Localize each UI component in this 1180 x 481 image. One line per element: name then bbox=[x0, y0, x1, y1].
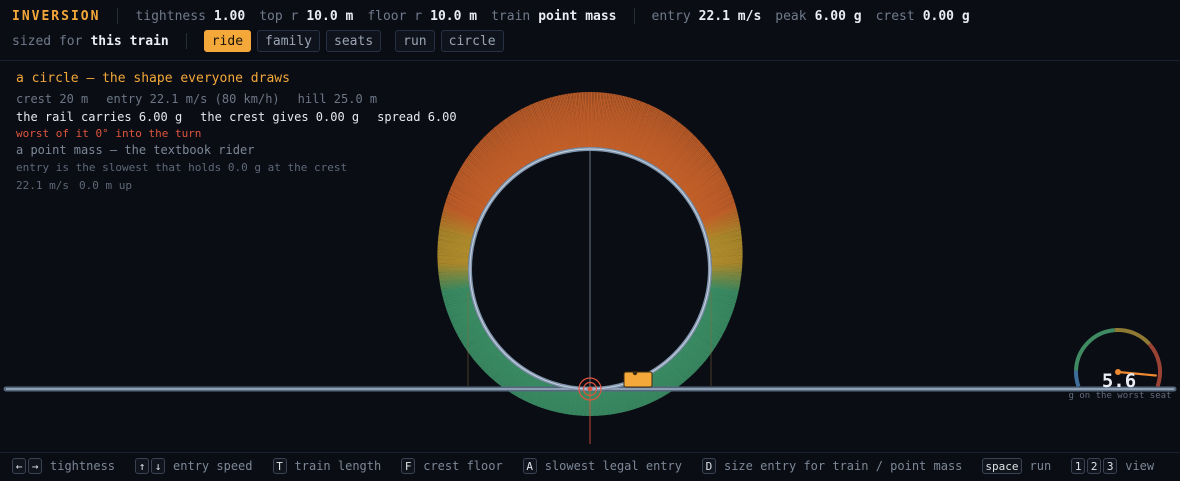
halo-segment bbox=[712, 271, 742, 272]
key-d: D bbox=[702, 458, 716, 474]
g-gauge-caption: g on the worst seat bbox=[1062, 391, 1178, 401]
help-entry-speed: entry speed bbox=[173, 459, 252, 473]
key-down: ↓ bbox=[151, 458, 165, 474]
shape-title: a circle — the shape everyone draws bbox=[16, 70, 457, 90]
crest-height: crest 20 m bbox=[16, 92, 88, 106]
key-f: F bbox=[401, 458, 415, 474]
help-tightness: tightness bbox=[50, 459, 115, 473]
key-2: 2 bbox=[1087, 458, 1101, 474]
halo-segment bbox=[438, 265, 468, 266]
live-readout: 22.1 m/s 0.0 m up bbox=[16, 177, 457, 195]
rail-g: the rail carries 6.00 g bbox=[16, 110, 182, 124]
key-a: A bbox=[523, 458, 537, 474]
entry-speed: entry 22.1 m/s (80 km/h) bbox=[106, 92, 279, 106]
g-gauge-value: 5.6 bbox=[1062, 370, 1176, 392]
worst-point: worst of it 0° into the turn bbox=[16, 126, 457, 141]
live-speed: 22.1 m/s bbox=[16, 179, 69, 192]
halo-segment bbox=[712, 266, 742, 267]
g-gauge: 5.6 g on the worst seat bbox=[1062, 318, 1178, 408]
loop-info-panel: a circle — the shape everyone draws cres… bbox=[16, 70, 457, 195]
key-left: ← bbox=[12, 458, 26, 474]
halo-segment bbox=[438, 266, 468, 267]
help-run: run bbox=[1030, 459, 1052, 473]
entry-note: entry is the slowest that holds 0.0 g at… bbox=[16, 159, 457, 177]
geometry-line: crest 20 m entry 22.1 m/s (80 km/h) hill 2… bbox=[16, 90, 457, 108]
halo-segment bbox=[712, 272, 742, 273]
key-space: space bbox=[982, 458, 1021, 474]
key-3: 3 bbox=[1103, 458, 1117, 474]
help-slowest-entry: slowest legal entry bbox=[545, 459, 682, 473]
g-spread: spread 6.00 bbox=[377, 110, 456, 124]
help-size-entry: size entry for train / point mass bbox=[724, 459, 962, 473]
keyboard-help-bar: ←→tightness ↑↓entry speed Ttrain length … bbox=[0, 452, 1180, 481]
halo-segment bbox=[438, 271, 468, 272]
forces-line: the rail carries 6.00 g the crest gives 0… bbox=[16, 108, 457, 126]
halo-segment bbox=[592, 92, 593, 147]
key-right: → bbox=[28, 458, 42, 474]
key-t: T bbox=[273, 458, 287, 474]
crest-g: the crest gives 0.00 g bbox=[200, 110, 359, 124]
train-car-icon bbox=[624, 371, 652, 387]
hill-height: hill 25.0 m bbox=[298, 92, 377, 106]
live-height: 0.0 m up bbox=[79, 179, 132, 192]
key-1: 1 bbox=[1071, 458, 1085, 474]
help-crest-floor: crest floor bbox=[423, 459, 502, 473]
help-view: view bbox=[1125, 459, 1154, 473]
help-train-length: train length bbox=[295, 459, 382, 473]
key-up: ↑ bbox=[135, 458, 149, 474]
halo-segment bbox=[585, 391, 586, 416]
rider-description: a point mass — the textbook rider bbox=[16, 141, 457, 159]
